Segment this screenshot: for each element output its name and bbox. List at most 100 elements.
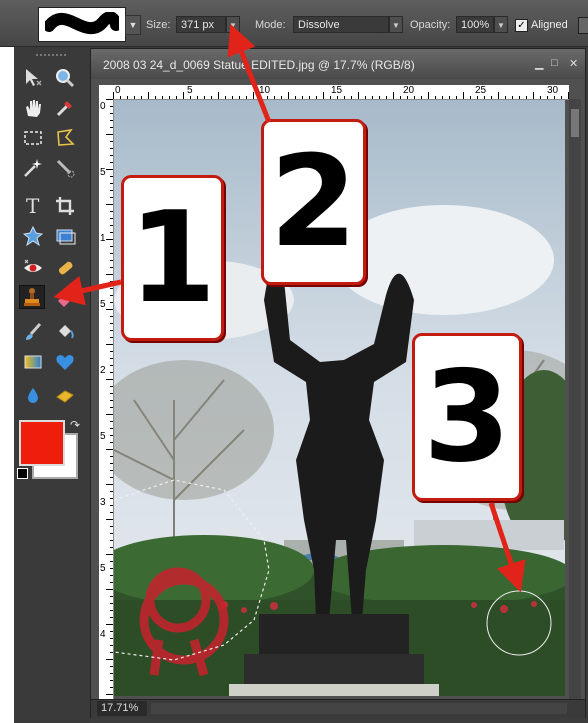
red-eye-tool-icon[interactable] <box>20 256 46 280</box>
ruler-tick <box>106 134 113 135</box>
ruler-tick <box>110 540 113 541</box>
ruler-tick <box>106 484 113 485</box>
ruler-tick <box>110 148 113 149</box>
ruler-tick <box>110 295 113 296</box>
ruler-tick <box>288 92 289 99</box>
mode-dropdown-button[interactable]: ▼ <box>389 16 403 33</box>
brush-dropdown-button[interactable]: ▼ <box>125 15 141 35</box>
ruler-tick <box>110 323 113 324</box>
ruler-tick <box>239 96 240 99</box>
ruler-tick <box>110 218 113 219</box>
more-options-button[interactable] <box>578 17 588 34</box>
status-bar: 17.71% <box>91 699 585 718</box>
ruler-tick <box>110 358 113 359</box>
ruler-tick <box>491 96 492 99</box>
magic-wand-tool-icon[interactable] <box>20 156 46 180</box>
ruler-tick <box>110 267 113 268</box>
size-slider-button[interactable]: ▼ <box>226 16 240 33</box>
ruler-tick <box>110 435 113 436</box>
ruler-tick <box>110 652 113 653</box>
ruler-tick <box>110 225 113 226</box>
callout-1: 1 <box>121 175 224 341</box>
gradient-tool-icon[interactable] <box>20 350 46 374</box>
ruler-tick <box>110 603 113 604</box>
maximize-icon[interactable]: □ <box>551 57 558 69</box>
document-titlebar[interactable]: 2008 03 24_d_0069 Statue EDITED.jpg @ 17… <box>91 49 585 79</box>
clone-stamp-tool-icon[interactable] <box>19 285 45 309</box>
ruler-tick <box>477 96 478 99</box>
toolbox-grip[interactable] <box>36 54 66 58</box>
hand-tool-icon[interactable] <box>20 96 46 120</box>
ruler-tick <box>407 96 408 99</box>
minimize-icon[interactable]: ▁ <box>535 57 543 70</box>
app-window: ▼ Size: 371 px ▼ Mode: Dissolve ▼ Opacit… <box>0 0 588 723</box>
ruler-tick <box>110 645 113 646</box>
ruler-tick <box>110 638 113 639</box>
ruler-tick <box>106 344 113 345</box>
ruler-label: 30 <box>547 85 559 96</box>
ruler-tick <box>218 92 219 99</box>
ruler-tick <box>113 92 114 99</box>
mode-select[interactable]: Dissolve <box>293 16 389 33</box>
ruler-tick <box>358 92 359 99</box>
eyedropper-tool-icon[interactable] <box>52 96 78 120</box>
spot-healing-tool-icon[interactable] <box>52 256 78 280</box>
ruler-tick <box>106 449 113 450</box>
ruler-tick <box>110 253 113 254</box>
ruler-tick <box>110 428 113 429</box>
eraser-tool-icon[interactable] <box>52 286 78 310</box>
move-tool-icon[interactable] <box>20 66 46 90</box>
aligned-checkbox[interactable]: ✓ <box>515 19 528 32</box>
ruler-tick <box>148 92 149 99</box>
ruler-tick <box>106 99 113 100</box>
ruler-tick <box>316 96 317 99</box>
marquee-tool-icon[interactable] <box>20 126 46 150</box>
sponge-tool-icon[interactable] <box>52 384 78 408</box>
ruler-tick <box>155 96 156 99</box>
ruler-tick <box>110 498 113 499</box>
opacity-field[interactable]: 100% <box>456 16 494 33</box>
type-tool-icon[interactable]: T <box>20 194 46 218</box>
ruler-tick <box>106 519 113 520</box>
ruler-tick <box>110 491 113 492</box>
toolbox: T ↷ <box>14 48 90 723</box>
left-gutter <box>0 47 14 723</box>
ruler-tick <box>110 176 113 177</box>
swap-colors-icon[interactable]: ↷ <box>70 418 80 432</box>
vertical-scrollbar[interactable] <box>569 99 581 699</box>
ruler-tick <box>110 386 113 387</box>
size-field[interactable]: 371 px <box>176 16 226 33</box>
straighten-tool-icon[interactable] <box>52 224 78 248</box>
default-colors-icon[interactable] <box>17 468 28 479</box>
close-icon[interactable]: ✕ <box>569 57 578 70</box>
cookie-cutter-tool-icon[interactable] <box>20 224 46 248</box>
blur-tool-icon[interactable] <box>20 384 46 408</box>
lasso-tool-icon[interactable] <box>52 126 78 150</box>
quick-selection-tool-icon[interactable] <box>52 156 78 180</box>
ruler-tick <box>442 96 443 99</box>
zoom-tool-icon[interactable] <box>52 66 78 90</box>
zoom-level[interactable]: 17.71% <box>97 701 147 716</box>
ruler-tick <box>110 561 113 562</box>
opacity-slider-button[interactable]: ▼ <box>494 16 508 33</box>
custom-shape-tool-icon[interactable] <box>52 350 78 374</box>
aligned-label: Aligned <box>531 19 568 31</box>
brush-preset-picker[interactable] <box>38 7 126 42</box>
ruler-tick <box>267 96 268 99</box>
vertical-scroll-thumb[interactable] <box>571 109 579 137</box>
ruler-tick <box>421 96 422 99</box>
ruler-tick <box>554 96 555 99</box>
ruler-origin[interactable] <box>99 85 113 99</box>
brush-tool-icon[interactable] <box>20 320 46 344</box>
ruler-label: 25 <box>475 85 487 96</box>
horizontal-scrollbar[interactable] <box>151 703 567 714</box>
ruler-label: 0 <box>100 101 106 112</box>
ruler-tick <box>110 512 113 513</box>
ruler-tick <box>519 96 520 99</box>
crop-tool-icon[interactable] <box>52 194 78 218</box>
ruler-tick <box>110 246 113 247</box>
ruler-tick <box>365 96 366 99</box>
paint-bucket-tool-icon[interactable] <box>52 320 78 344</box>
foreground-color-swatch[interactable] <box>19 420 65 466</box>
ruler-tick <box>162 96 163 99</box>
